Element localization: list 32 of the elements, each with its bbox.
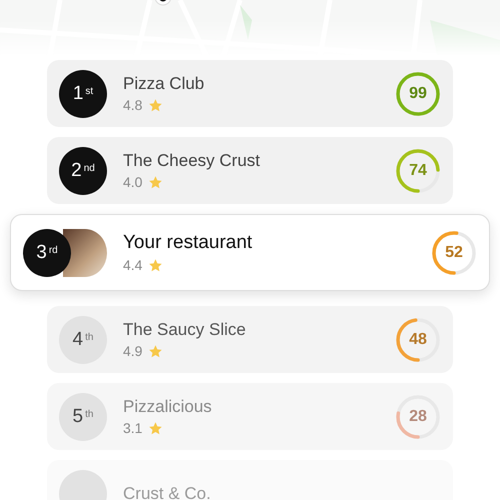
restaurant-name: Crust & Co. — [123, 484, 212, 500]
rating-value: 4.8 — [123, 97, 142, 113]
score-value: 48 — [409, 332, 427, 348]
star-icon — [148, 98, 164, 112]
score-ring — [395, 394, 441, 440]
score-value: 52 — [445, 244, 463, 260]
score-value: 28 — [409, 408, 427, 424]
star-icon — [148, 258, 164, 272]
star-icon — [148, 420, 164, 436]
score-ring — [395, 316, 441, 362]
rank-badge: 1$^{st}$ — [59, 70, 107, 118]
star-icon — [148, 174, 164, 190]
restaurant-name: Pizza Club — [123, 74, 206, 94]
restaurant-name: Your restaurant — [123, 232, 254, 254]
rank-badge: 5$^{th}$ — [59, 392, 107, 440]
rating-value: 4.0 — [123, 174, 142, 190]
restaurant-name: The Cheesy Crust — [123, 151, 261, 171]
rank-badge: 3$^{rd}$ — [23, 228, 71, 276]
rank-badge: 2$^{nd}$ — [59, 146, 107, 194]
rating-value: 4.9 — [123, 343, 142, 359]
score-value: 74 — [409, 162, 427, 178]
rank-badge: 4$^{th}$ — [59, 316, 107, 364]
score-value: 99 — [409, 86, 427, 102]
restaurant-name: The Saucy Slice — [123, 320, 247, 340]
score-ring — [395, 148, 441, 194]
rating-value: 3.1 — [123, 420, 142, 436]
score-ring — [431, 230, 477, 276]
star-icon — [148, 344, 164, 358]
photo-placeholder — [63, 228, 107, 276]
restaurant-name: Pizzalicious — [123, 397, 213, 417]
rating-value: 4.4 — [123, 257, 142, 273]
score-ring — [395, 70, 441, 116]
